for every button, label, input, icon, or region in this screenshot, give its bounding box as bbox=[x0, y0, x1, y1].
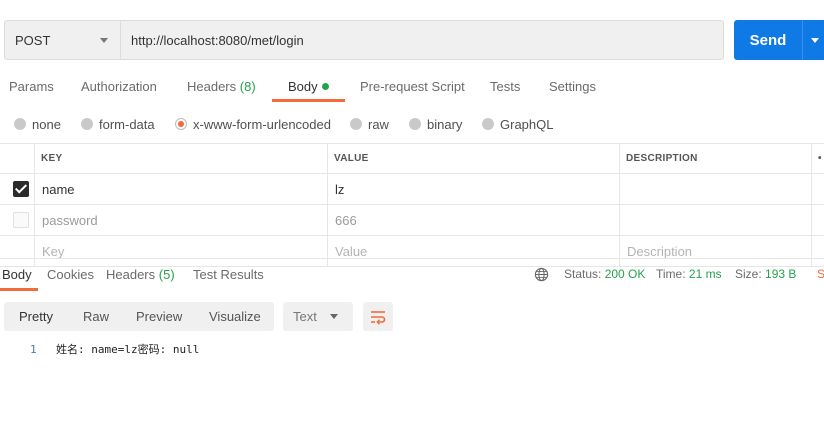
radio-label: GraphQL bbox=[500, 116, 554, 132]
body-type-radios: none form-data x-www-form-urlencoded raw… bbox=[0, 112, 824, 136]
wrap-lines-button[interactable] bbox=[363, 302, 393, 331]
params-table: KEY VALUE DESCRIPTION • name lz password… bbox=[0, 143, 824, 267]
url-container bbox=[121, 21, 723, 59]
size-readout: Size: 193 B bbox=[735, 258, 796, 291]
chevron-down-icon bbox=[329, 314, 338, 319]
table-row: password 666 bbox=[0, 205, 824, 236]
tab-label: Settings bbox=[549, 79, 596, 94]
time-readout: Time: 21 ms bbox=[656, 258, 722, 291]
size-label: Size: bbox=[735, 267, 762, 281]
body-indicator-dot bbox=[321, 83, 329, 90]
column-header-description: DESCRIPTION bbox=[620, 144, 812, 173]
tab-label: Test Results bbox=[193, 267, 264, 282]
radio-circle-icon bbox=[482, 118, 494, 130]
radio-selected-icon bbox=[175, 118, 187, 130]
response-headers-count: (5) bbox=[158, 267, 175, 282]
status-readout: Status: 200 OK bbox=[564, 258, 645, 291]
url-input[interactable] bbox=[131, 32, 723, 48]
row-key[interactable]: name bbox=[35, 174, 328, 204]
row-checkbox-cell bbox=[0, 205, 35, 235]
response-tab-headers[interactable]: Headers (5) bbox=[106, 259, 175, 292]
response-body-text: 姓名: name=lz密码: null bbox=[56, 343, 200, 356]
radio-label: raw bbox=[368, 116, 389, 132]
radio-raw[interactable]: raw bbox=[350, 112, 389, 136]
response-active-tab-underline bbox=[0, 288, 38, 291]
send-divider bbox=[802, 20, 803, 60]
row-value[interactable]: 666 bbox=[328, 205, 620, 235]
format-label: Text bbox=[293, 309, 317, 324]
column-header-value: VALUE bbox=[328, 144, 620, 173]
request-url-bar: POST bbox=[4, 20, 724, 60]
tab-pre-request-script[interactable]: Pre-request Script bbox=[360, 72, 465, 102]
table-row: name lz bbox=[0, 174, 824, 205]
response-view-modes: Pretty Raw Preview Visualize bbox=[4, 302, 274, 331]
active-tab-underline bbox=[272, 99, 345, 102]
radio-circle-icon bbox=[14, 118, 26, 130]
mode-preview[interactable]: Preview bbox=[136, 302, 182, 331]
line-number: 1 bbox=[30, 343, 37, 356]
tab-label: Headers bbox=[187, 79, 237, 94]
response-tab-test-results[interactable]: Test Results bbox=[193, 259, 264, 292]
radio-circle-icon bbox=[350, 118, 362, 130]
column-header-key: KEY bbox=[35, 144, 328, 173]
tab-label: Body bbox=[2, 267, 32, 282]
row-description[interactable] bbox=[620, 205, 812, 235]
tab-label: Cookies bbox=[47, 267, 94, 282]
row-checkbox-cell bbox=[0, 174, 35, 204]
send-button[interactable]: Send bbox=[734, 20, 824, 60]
headers-count: (8) bbox=[239, 79, 256, 94]
table-header-row: KEY VALUE DESCRIPTION • bbox=[0, 143, 824, 174]
radio-circle-icon bbox=[81, 118, 93, 130]
checkbox-unchecked-icon[interactable] bbox=[13, 212, 29, 228]
tab-label: Body bbox=[288, 79, 318, 94]
tab-label: Pre-request Script bbox=[360, 79, 465, 94]
time-label: Time: bbox=[656, 267, 686, 281]
checkbox-checked-icon[interactable] bbox=[13, 181, 29, 197]
row-key[interactable]: password bbox=[35, 205, 328, 235]
radio-x-www-form-urlencoded[interactable]: x-www-form-urlencoded bbox=[175, 112, 331, 136]
method-label: POST bbox=[15, 32, 51, 48]
tab-authorization[interactable]: Authorization bbox=[81, 72, 157, 102]
more-columns-icon[interactable]: • bbox=[812, 144, 824, 173]
size-value: 193 B bbox=[765, 267, 797, 281]
radio-circle-icon bbox=[409, 118, 421, 130]
radio-label: none bbox=[32, 116, 61, 132]
header-check-cell bbox=[0, 144, 35, 173]
radio-graphql[interactable]: GraphQL bbox=[482, 112, 553, 136]
status-label: Status: bbox=[564, 267, 602, 281]
mode-pretty[interactable]: Pretty bbox=[19, 302, 53, 331]
radio-label: form-data bbox=[99, 116, 155, 132]
format-select[interactable]: Text bbox=[283, 302, 353, 331]
tab-headers[interactable]: Headers (8) bbox=[187, 72, 256, 102]
tab-tests[interactable]: Tests bbox=[490, 72, 520, 102]
tab-body[interactable]: Body bbox=[288, 72, 329, 102]
wrap-lines-icon bbox=[371, 310, 386, 325]
status-value: 200 OK bbox=[604, 267, 646, 281]
tab-label: Params bbox=[9, 79, 54, 94]
time-value: 21 ms bbox=[688, 267, 722, 281]
save-response-button[interactable]: S bbox=[817, 258, 824, 291]
tab-settings[interactable]: Settings bbox=[549, 72, 596, 102]
response-tab-cookies[interactable]: Cookies bbox=[47, 259, 94, 292]
mode-raw[interactable]: Raw bbox=[83, 302, 109, 331]
chevron-down-icon bbox=[100, 37, 108, 43]
send-label: Send bbox=[749, 31, 787, 49]
method-select[interactable]: POST bbox=[5, 21, 121, 59]
request-tabs: Params Authorization Headers (8) Body Pr… bbox=[0, 72, 824, 102]
row-value[interactable]: lz bbox=[328, 174, 620, 204]
tab-label: Authorization bbox=[81, 79, 157, 94]
tab-label: Tests bbox=[490, 79, 521, 94]
send-options-chevron-icon[interactable] bbox=[811, 37, 819, 43]
tab-params[interactable]: Params bbox=[9, 72, 54, 102]
radio-form-data[interactable]: form-data bbox=[81, 112, 155, 136]
tab-label: Headers bbox=[106, 267, 156, 282]
globe-icon[interactable] bbox=[534, 267, 549, 282]
radio-label: binary bbox=[427, 116, 463, 132]
mode-visualize[interactable]: Visualize bbox=[209, 302, 261, 331]
radio-binary[interactable]: binary bbox=[409, 112, 462, 136]
row-description[interactable] bbox=[620, 174, 812, 204]
radio-none[interactable]: none bbox=[14, 112, 61, 136]
radio-label: x-www-form-urlencoded bbox=[193, 116, 331, 132]
